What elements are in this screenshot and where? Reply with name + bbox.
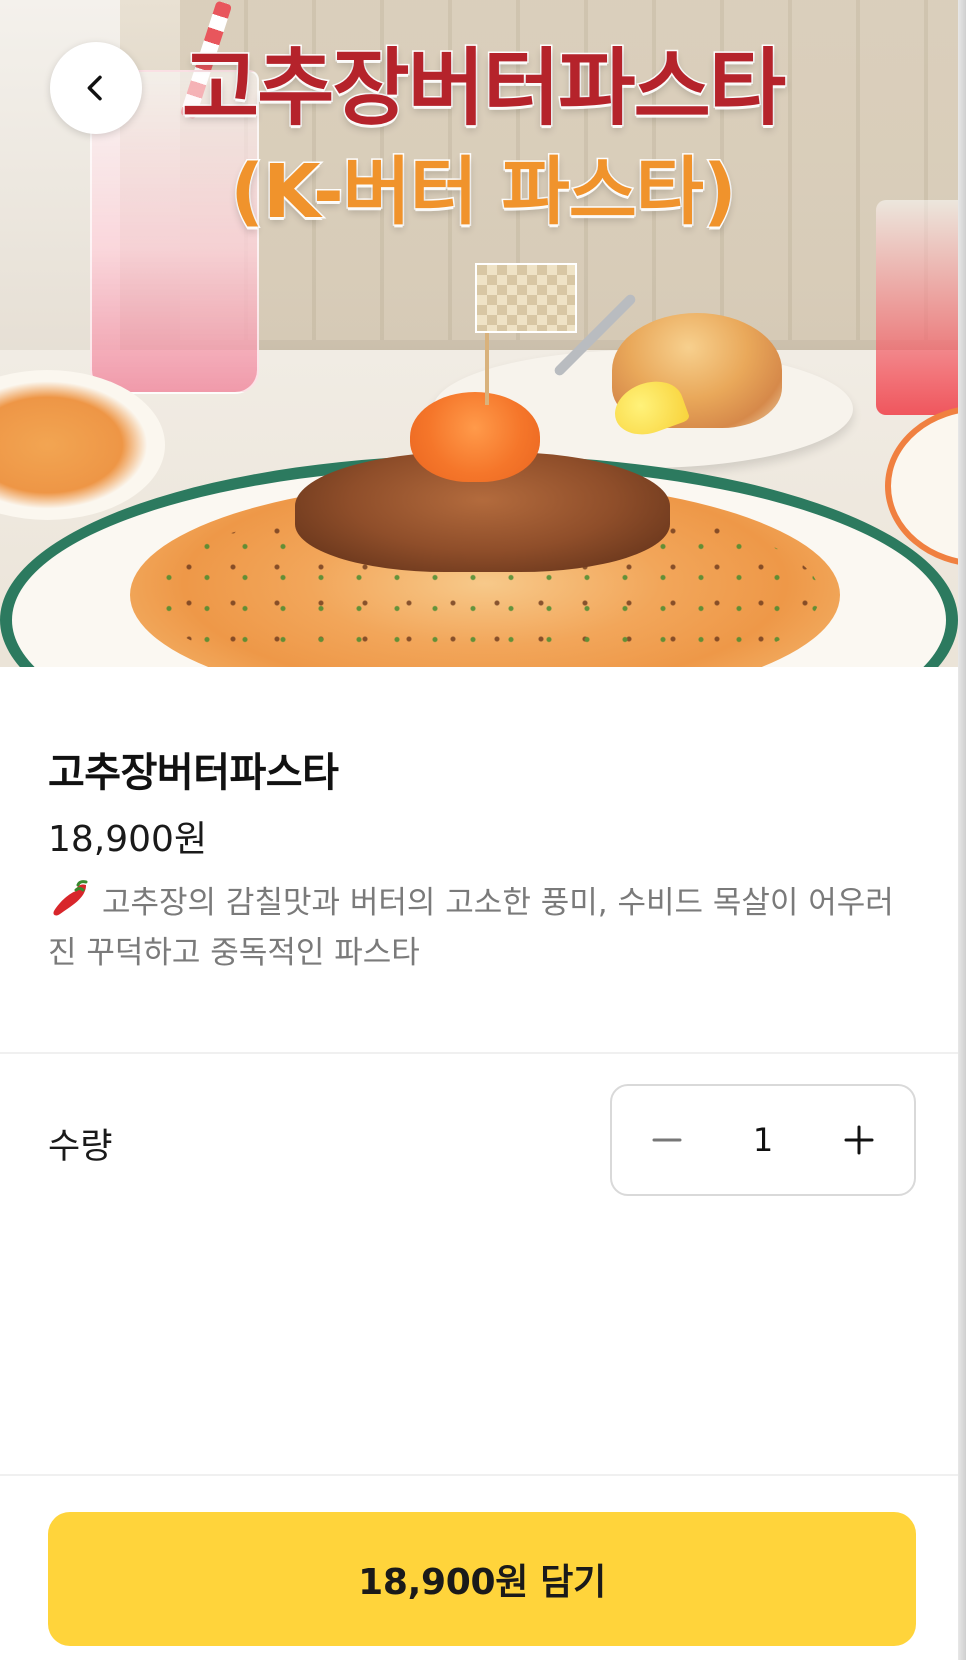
product-name: 고추장버터파스타 [48,750,339,796]
quantity-label: 수량 [48,1127,113,1167]
minus-icon [652,1138,682,1142]
hero-subtitle-text: (K-버터 파스타) [229,149,738,235]
menu-item-detail-page: 고추장버터파스타 (K-버터 파스타) 고추장버터파스타 18,900원 고추장… [0,0,958,1660]
add-to-cart-label: 18,900원 담기 [358,1562,606,1603]
hero-title-text: 고추장버터파스타 [180,39,787,137]
decrement-button[interactable] [642,1115,692,1165]
product-description-text: 고추장의 감칠맛과 버터의 고소한 풍미, 수비드 목살이 어우러진 꾸덕하고 … [48,885,894,971]
plus-icon [844,1125,874,1155]
chili-pepper-icon [53,880,88,916]
menu-flag-image [475,263,577,333]
product-price: 18,900원 [48,819,208,860]
add-to-cart-button[interactable]: 18,900원 담기 [48,1512,916,1646]
bottom-bar-divider [0,1474,958,1476]
scrollbar-edge [958,0,966,1660]
product-description: 고추장의 감칠맛과 버터의 고소한 풍미, 수비드 목살이 어우러진 꾸덕하고 … [48,878,918,978]
increment-button[interactable] [834,1115,884,1165]
back-button[interactable] [50,42,142,134]
hero-food-image: 고추장버터파스타 (K-버터 파스타) [0,0,958,667]
section-divider [0,1052,958,1054]
chevron-left-icon [87,75,102,101]
quantity-stepper: 1 [610,1084,916,1196]
quantity-value: 1 [752,1121,774,1159]
